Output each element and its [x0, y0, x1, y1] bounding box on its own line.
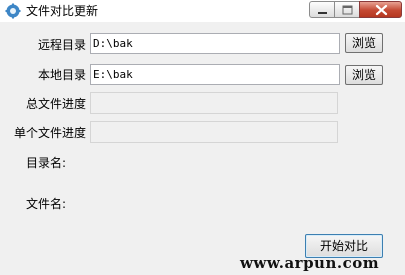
- minimize-icon: [318, 12, 327, 14]
- local-browse-button[interactable]: 浏览: [345, 65, 383, 85]
- file-progress-label: 单个文件进度: [13, 126, 86, 140]
- window-title: 文件对比更新: [26, 4, 99, 18]
- total-progress-label: 总文件进度: [25, 97, 86, 111]
- remote-browse-button[interactable]: 浏览: [345, 33, 383, 53]
- close-icon: [375, 4, 388, 16]
- maximize-button[interactable]: [334, 1, 360, 18]
- total-progress-bar: [90, 92, 338, 114]
- file-progress-bar: [90, 121, 338, 143]
- maximize-icon: [342, 5, 353, 15]
- file-name-label: 文件名:: [25, 197, 66, 211]
- dir-name-label: 目录名:: [25, 156, 66, 170]
- local-dir-input[interactable]: E:\bak: [90, 64, 340, 85]
- minimize-button[interactable]: [309, 1, 335, 18]
- local-dir-label: 本地目录: [37, 68, 86, 82]
- remote-dir-input[interactable]: D:\bak: [90, 33, 340, 54]
- remote-dir-label: 远程目录: [37, 38, 86, 52]
- title-bar[interactable]: 文件对比更新: [0, 0, 405, 22]
- gear-app-icon: [5, 3, 21, 19]
- site-watermark: www.arpun.com: [240, 254, 380, 272]
- app-window: 文件对比更新 远程目录 D:\bak 浏览 本地目录 E:\bak 浏览 总文件…: [0, 0, 405, 275]
- close-button[interactable]: [359, 1, 402, 18]
